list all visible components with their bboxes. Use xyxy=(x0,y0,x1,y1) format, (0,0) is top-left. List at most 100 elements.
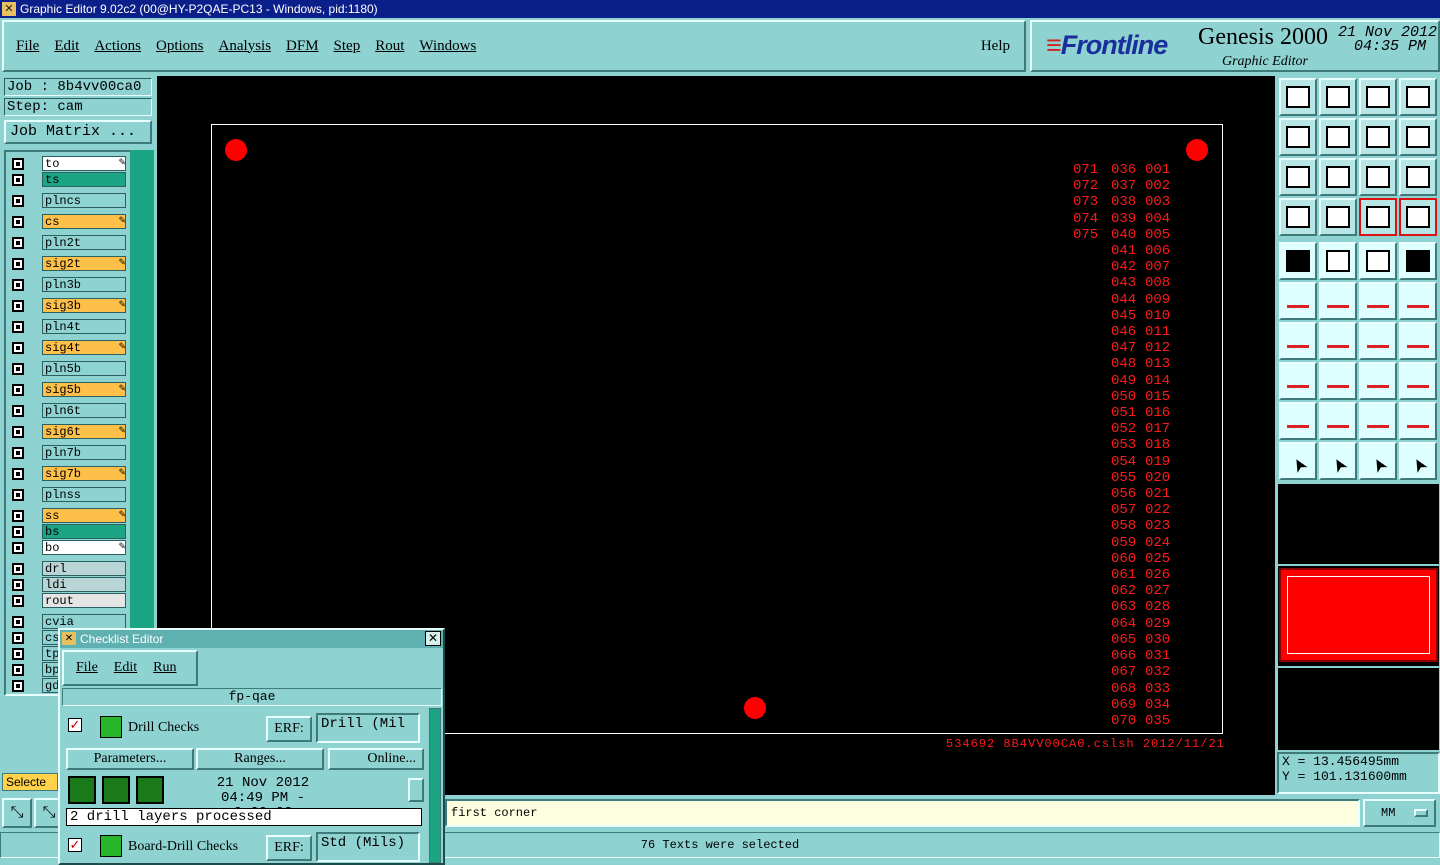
erf-field[interactable]: Drill (Mil xyxy=(316,713,420,743)
dimension-icon[interactable] xyxy=(1359,362,1397,400)
open-step-icon[interactable] xyxy=(1279,78,1317,116)
layer-row-ss[interactable]: ss ✎ xyxy=(8,508,128,524)
layer-name[interactable]: sig5b xyxy=(42,382,126,397)
layer-name[interactable]: to xyxy=(42,156,126,171)
layer-checkbox[interactable] xyxy=(12,363,24,375)
layer-checkbox[interactable] xyxy=(12,510,24,522)
layer-row-sig5b[interactable]: sig5b ✎ xyxy=(8,382,128,398)
layer-name[interactable]: sig3b xyxy=(42,298,126,313)
menu-step[interactable]: Step xyxy=(334,38,361,55)
layer-row-pln3b[interactable]: pln3b xyxy=(8,277,128,293)
layer-name[interactable]: ss xyxy=(42,508,126,523)
drill-checks-checkbox[interactable]: ✓ xyxy=(68,718,82,732)
layer-name[interactable]: bs xyxy=(42,524,126,539)
layer-row-bo[interactable]: bo ✎ xyxy=(8,540,128,556)
layer-name[interactable]: drl xyxy=(42,561,126,576)
erf-field[interactable]: Std (Mils) xyxy=(316,832,420,862)
layer-checkbox[interactable] xyxy=(12,579,24,591)
layer-checkbox[interactable] xyxy=(12,542,24,554)
nodes-icon[interactable] xyxy=(1279,282,1317,320)
menu-file[interactable]: File xyxy=(16,38,39,55)
home-icon[interactable] xyxy=(1359,78,1397,116)
layer-name[interactable]: sig4t xyxy=(42,340,126,355)
app-icon[interactable]: ✕ xyxy=(2,2,16,16)
zoom-1to1-icon[interactable] xyxy=(1359,158,1397,196)
snap-icon[interactable] xyxy=(1399,118,1437,156)
layer-checkbox[interactable] xyxy=(12,526,24,538)
layer-row-pln7b[interactable]: pln7b xyxy=(8,445,128,461)
layer-checkbox[interactable] xyxy=(12,279,24,291)
layer-row-rout[interactable]: rout xyxy=(8,593,128,609)
menu-edit[interactable]: Edit xyxy=(54,38,79,55)
layer-row-sig6t[interactable]: sig6t ✎ xyxy=(8,424,128,440)
minus-icon[interactable] xyxy=(1319,362,1357,400)
layer-name[interactable]: sig2t xyxy=(42,256,126,271)
layer-row-cs[interactable]: cs ✎ xyxy=(8,214,128,230)
layer-row-ldi[interactable]: ldi xyxy=(8,577,128,593)
erf-button[interactable]: ERF: xyxy=(266,716,312,742)
run-status-icon[interactable] xyxy=(136,776,164,804)
layer-name[interactable]: sig7b xyxy=(42,466,126,481)
layer-row-drl[interactable]: drl xyxy=(8,561,128,577)
layer-row-to[interactable]: to ✎ xyxy=(8,156,128,172)
layer-checkbox[interactable] xyxy=(12,563,24,575)
layer-checkbox[interactable] xyxy=(12,300,24,312)
layer-checkbox[interactable] xyxy=(12,237,24,249)
zoom-fit-icon[interactable] xyxy=(1279,158,1317,196)
layer-name[interactable]: pln4t xyxy=(42,319,126,334)
a-outline-icon[interactable] xyxy=(1359,402,1397,440)
dialog-title-bar[interactable]: ✕ Checklist Editor ✕ xyxy=(60,630,443,648)
layer-checkbox[interactable] xyxy=(12,632,24,644)
layer-checkbox[interactable] xyxy=(12,195,24,207)
layer-checkbox[interactable] xyxy=(12,258,24,270)
layer-name[interactable]: ts xyxy=(42,172,126,187)
board-drill-checkbox[interactable]: ✓ xyxy=(68,838,82,852)
menu-actions[interactable]: Actions xyxy=(94,38,141,55)
line-icon[interactable] xyxy=(1319,322,1357,360)
zoom-center-icon[interactable] xyxy=(1319,158,1357,196)
menu-options[interactable]: Options xyxy=(156,38,204,55)
triangle-icon[interactable] xyxy=(1279,402,1317,440)
layer-name[interactable]: rout xyxy=(42,593,126,608)
layer-checkbox[interactable] xyxy=(12,468,24,480)
layer-row-ts[interactable]: ts xyxy=(8,172,128,188)
layer-checkbox[interactable] xyxy=(12,321,24,333)
layer-scrollbar[interactable] xyxy=(130,150,154,696)
a-red-icon[interactable] xyxy=(1319,402,1357,440)
layer-row-pln6t[interactable]: pln6t xyxy=(8,403,128,419)
layer-name[interactable]: pln5b xyxy=(42,361,126,376)
dot-select-icon[interactable] xyxy=(1399,242,1437,280)
layer-name[interactable]: pln7b xyxy=(42,445,126,460)
layer-name[interactable]: plncs xyxy=(42,193,126,208)
layers-red-icon[interactable] xyxy=(1359,198,1397,236)
pointer-icon[interactable]: ➤ xyxy=(1279,442,1317,480)
run-status-icon[interactable] xyxy=(68,776,96,804)
angle-icon[interactable] xyxy=(1279,322,1317,360)
layer-checkbox[interactable] xyxy=(12,680,24,692)
pan-right-icon[interactable] xyxy=(1319,118,1357,156)
expand-button[interactable] xyxy=(408,778,424,802)
outline-icon[interactable] xyxy=(1319,242,1357,280)
layer-name[interactable]: pln6t xyxy=(42,403,126,418)
ranges-button[interactable]: Ranges... xyxy=(196,748,324,770)
layer-name[interactable]: bo xyxy=(42,540,126,555)
parameters-button[interactable]: Parameters... xyxy=(66,748,194,770)
route-icon[interactable]: ➤ xyxy=(1399,442,1437,480)
layer-checkbox[interactable] xyxy=(12,489,24,501)
step-repeat-icon[interactable] xyxy=(1359,118,1397,156)
layer-name[interactable]: cs xyxy=(42,214,126,229)
cluster-icon[interactable] xyxy=(1399,362,1437,400)
layer-checkbox[interactable] xyxy=(12,616,24,628)
layer-row-sig4t[interactable]: sig4t ✎ xyxy=(8,340,128,356)
layer-row-bs[interactable]: bs xyxy=(8,524,128,540)
copy-icon[interactable] xyxy=(1399,282,1437,320)
flip-icon[interactable] xyxy=(1399,322,1437,360)
layer-checkbox[interactable] xyxy=(12,595,24,607)
move-icon[interactable] xyxy=(1359,282,1397,320)
arc-icon[interactable] xyxy=(1359,322,1397,360)
layer-checkbox[interactable] xyxy=(12,174,24,186)
dialog-menu-run[interactable]: Run xyxy=(153,660,176,676)
layer-checkbox[interactable] xyxy=(12,447,24,459)
menu-dfm[interactable]: DFM xyxy=(286,38,319,55)
dialog-scrollbar[interactable] xyxy=(429,708,441,863)
